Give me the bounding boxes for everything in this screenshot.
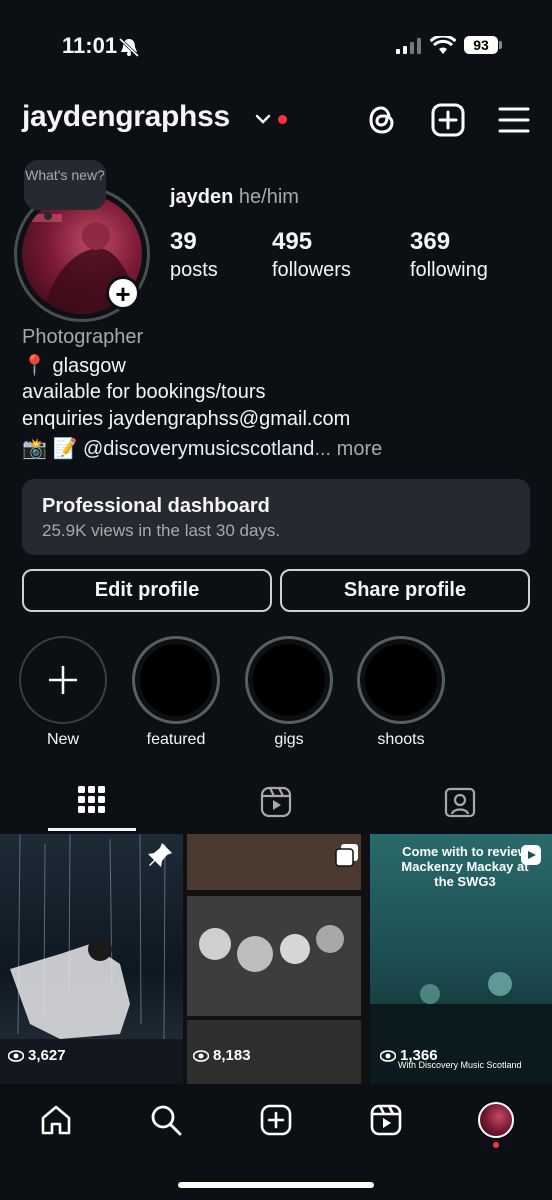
highlight-cover	[253, 644, 325, 716]
active-tab-indicator	[48, 828, 136, 831]
wifi-icon	[430, 36, 456, 54]
dashboard-subtitle: 25.9K views in the last 30 days.	[42, 521, 281, 540]
chevron-down-icon[interactable]	[254, 112, 272, 126]
following-count[interactable]: 369	[410, 228, 450, 256]
views-eye-icon	[193, 1050, 209, 1062]
bell-muted-icon	[118, 37, 140, 57]
bio-email: enquiries jaydengraphss@gmail.com	[22, 408, 351, 430]
home-indicator[interactable]	[178, 1182, 374, 1188]
bio-category: Photographer	[22, 326, 144, 348]
reel-icon	[521, 845, 541, 865]
battery-tip	[499, 41, 502, 49]
dashboard-title: Professional dashboard	[42, 495, 270, 517]
post-view-count: 3,627	[28, 1047, 66, 1064]
grid-icon[interactable]	[78, 786, 106, 814]
views-eye-icon	[380, 1050, 396, 1062]
reels-tab-icon[interactable]	[260, 786, 292, 818]
views-eye-icon	[8, 1050, 24, 1062]
add-story-button[interactable]: +	[106, 276, 140, 310]
highlight-cover	[365, 644, 437, 716]
search-icon[interactable]	[150, 1104, 182, 1136]
threads-icon[interactable]	[364, 102, 400, 138]
highlight-label-featured[interactable]: featured	[116, 731, 236, 749]
status-time: 11:01	[62, 33, 118, 58]
username-title[interactable]: jaydengraphss	[22, 100, 230, 134]
edit-profile-button[interactable]: Edit profile	[22, 569, 272, 612]
bio-emojis: 📸 📝	[22, 438, 78, 460]
more-link[interactable]: ... more	[314, 438, 382, 460]
post-thumbnail[interactable]: 8,183	[185, 834, 368, 1084]
tagged-tab-icon[interactable]	[444, 786, 476, 818]
carousel-icon	[335, 844, 358, 867]
followers-count[interactable]: 495	[272, 228, 312, 256]
highlight-label-gigs[interactable]: gigs	[229, 731, 349, 749]
post-view-count: 8,183	[213, 1047, 251, 1064]
home-icon[interactable]	[40, 1104, 72, 1136]
post-thumbnail[interactable]: 3,627	[0, 834, 183, 1084]
live-indicator-dot	[278, 115, 287, 124]
pinned-icon	[148, 843, 172, 867]
pronouns: he/him	[238, 186, 299, 208]
posts-label[interactable]: posts	[170, 259, 218, 282]
share-profile-button[interactable]: Share profile	[280, 569, 530, 612]
note-bubble-tail	[44, 212, 52, 220]
cellular-signal-icon	[396, 38, 421, 54]
post-overlay-text: Come with to review Mackenzy Mackay at t…	[401, 844, 529, 889]
bio-line: available for bookings/tours	[22, 381, 266, 403]
notification-dot	[493, 1142, 499, 1148]
highlight-label-new[interactable]: New	[3, 731, 123, 749]
highlight-cover	[140, 644, 212, 716]
mention-link[interactable]: @discoverymusicscotland	[83, 438, 315, 460]
bio-location: 📍 glasgow	[22, 355, 126, 377]
following-label[interactable]: following	[410, 259, 488, 282]
create-post-icon[interactable]	[430, 102, 466, 138]
note-bubble[interactable]: What's new?	[24, 160, 106, 210]
menu-icon[interactable]	[496, 102, 532, 138]
post-thumbnail[interactable]: Come with to review Mackenzy Mackay at t…	[370, 834, 552, 1084]
posts-count[interactable]: 39	[170, 228, 197, 256]
profile-name: jayden he/him	[170, 186, 299, 208]
bio-links-line: 📸 📝 @discoverymusicscotland... more	[22, 436, 382, 461]
followers-label[interactable]: followers	[272, 259, 351, 282]
reels-icon[interactable]	[370, 1104, 402, 1136]
plus-icon	[49, 666, 77, 694]
post-watermark-text: With Discovery Music Scotland	[398, 1060, 522, 1070]
highlight-label-shoots[interactable]: shoots	[341, 731, 461, 749]
battery-indicator: 93	[464, 36, 498, 54]
profile-tab-avatar[interactable]	[478, 1102, 514, 1138]
create-icon[interactable]	[260, 1104, 292, 1136]
